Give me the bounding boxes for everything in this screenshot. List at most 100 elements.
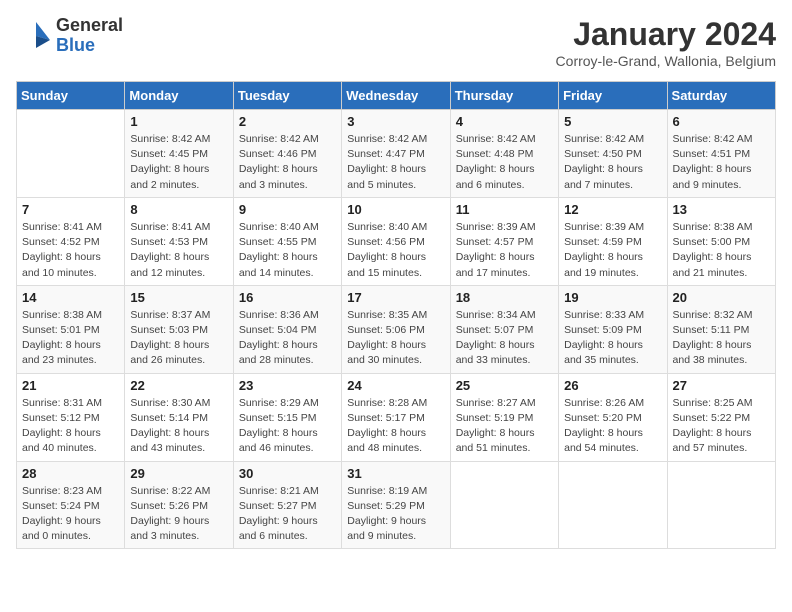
calendar-cell xyxy=(559,461,667,549)
month-title: January 2024 xyxy=(556,16,776,53)
day-number: 11 xyxy=(456,202,553,217)
calendar-cell: 27Sunrise: 8:25 AMSunset: 5:22 PMDayligh… xyxy=(667,373,775,461)
calendar-cell xyxy=(667,461,775,549)
calendar-cell: 1 Sunrise: 8:42 AMSunset: 4:45 PMDaylight… xyxy=(125,110,233,198)
calendar-cell xyxy=(450,461,558,549)
day-info: Sunrise: 8:21 AMSunset: 5:27 PMDaylight:… xyxy=(239,484,336,545)
logo: General Blue xyxy=(16,16,123,56)
day-info: Sunrise: 8:25 AMSunset: 5:22 PMDaylight:… xyxy=(673,396,770,457)
day-info: Sunrise: 8:22 AMSunset: 5:26 PMDaylight:… xyxy=(130,484,227,545)
calendar-cell: 26Sunrise: 8:26 AMSunset: 5:20 PMDayligh… xyxy=(559,373,667,461)
calendar-cell: 6 Sunrise: 8:42 AMSunset: 4:51 PMDaylight… xyxy=(667,110,775,198)
logo-general: General xyxy=(56,16,123,36)
calendar-table: SundayMondayTuesdayWednesdayThursdayFrid… xyxy=(16,81,776,549)
day-info: Sunrise: 8:42 AMSunset: 4:50 PMDaylight:… xyxy=(564,132,661,193)
day-info: Sunrise: 8:23 AMSunset: 5:24 PMDaylight:… xyxy=(22,484,119,545)
day-number: 3 xyxy=(347,114,444,129)
day-info: Sunrise: 8:32 AMSunset: 5:11 PMDaylight:… xyxy=(673,308,770,369)
day-number: 31 xyxy=(347,466,444,481)
logo-text: General Blue xyxy=(56,16,123,56)
day-info: Sunrise: 8:42 AMSunset: 4:46 PMDaylight:… xyxy=(239,132,336,193)
weekday-header: Thursday xyxy=(450,82,558,110)
calendar-cell: 9Sunrise: 8:40 AMSunset: 4:55 PMDaylight… xyxy=(233,197,341,285)
calendar-cell: 16 Sunrise: 8:36 AMSunset: 5:04 PMDayligh… xyxy=(233,285,341,373)
day-info: Sunrise: 8:30 AMSunset: 5:14 PMDaylight:… xyxy=(130,396,227,457)
day-info: Sunrise: 8:38 AMSunset: 5:01 PMDaylight:… xyxy=(22,308,119,369)
logo-blue: Blue xyxy=(56,36,123,56)
calendar-cell: 25 Sunrise: 8:27 AMSunset: 5:19 PMDayligh… xyxy=(450,373,558,461)
day-info: Sunrise: 8:31 AMSunset: 5:12 PMDaylight:… xyxy=(22,396,119,457)
weekday-row: SundayMondayTuesdayWednesdayThursdayFrid… xyxy=(17,82,776,110)
day-number: 4 xyxy=(456,114,553,129)
day-info: Sunrise: 8:42 AMSunset: 4:47 PMDaylight:… xyxy=(347,132,444,193)
day-number: 7 xyxy=(22,202,119,217)
calendar-cell: 10 Sunrise: 8:40 AMSunset: 4:56 PMDayligh… xyxy=(342,197,450,285)
day-info: Sunrise: 8:37 AMSunset: 5:03 PMDaylight:… xyxy=(130,308,227,369)
day-info: Sunrise: 8:39 AMSunset: 4:57 PMDaylight:… xyxy=(456,220,553,281)
day-number: 2 xyxy=(239,114,336,129)
location-subtitle: Corroy-le-Grand, Wallonia, Belgium xyxy=(556,53,776,69)
calendar-cell xyxy=(17,110,125,198)
weekday-header: Saturday xyxy=(667,82,775,110)
day-number: 1 xyxy=(130,114,227,129)
calendar-cell: 15Sunrise: 8:37 AMSunset: 5:03 PMDayligh… xyxy=(125,285,233,373)
calendar-cell: 5 Sunrise: 8:42 AMSunset: 4:50 PMDaylight… xyxy=(559,110,667,198)
weekday-header: Sunday xyxy=(17,82,125,110)
day-number: 23 xyxy=(239,378,336,393)
logo-icon xyxy=(16,18,52,54)
day-info: Sunrise: 8:27 AMSunset: 5:19 PMDaylight:… xyxy=(456,396,553,457)
calendar-cell: 4 Sunrise: 8:42 AMSunset: 4:48 PMDaylight… xyxy=(450,110,558,198)
day-number: 19 xyxy=(564,290,661,305)
calendar-cell: 8 Sunrise: 8:41 AMSunset: 4:53 PMDaylight… xyxy=(125,197,233,285)
day-info: Sunrise: 8:38 AMSunset: 5:00 PMDaylight:… xyxy=(673,220,770,281)
calendar-cell: 30Sunrise: 8:21 AMSunset: 5:27 PMDayligh… xyxy=(233,461,341,549)
calendar-cell: 29 Sunrise: 8:22 AMSunset: 5:26 PMDayligh… xyxy=(125,461,233,549)
day-info: Sunrise: 8:42 AMSunset: 4:48 PMDaylight:… xyxy=(456,132,553,193)
day-info: Sunrise: 8:40 AMSunset: 4:56 PMDaylight:… xyxy=(347,220,444,281)
day-number: 6 xyxy=(673,114,770,129)
title-block: January 2024 Corroy-le-Grand, Wallonia, … xyxy=(556,16,776,69)
calendar-header: SundayMondayTuesdayWednesdayThursdayFrid… xyxy=(17,82,776,110)
day-info: Sunrise: 8:41 AMSunset: 4:52 PMDaylight:… xyxy=(22,220,119,281)
calendar-week-row: 1 Sunrise: 8:42 AMSunset: 4:45 PMDaylight… xyxy=(17,110,776,198)
day-info: Sunrise: 8:29 AMSunset: 5:15 PMDaylight:… xyxy=(239,396,336,457)
day-info: Sunrise: 8:36 AMSunset: 5:04 PMDaylight:… xyxy=(239,308,336,369)
page-header: General Blue January 2024 Corroy-le-Gran… xyxy=(16,16,776,69)
day-number: 17 xyxy=(347,290,444,305)
calendar-cell: 17 Sunrise: 8:35 AMSunset: 5:06 PMDayligh… xyxy=(342,285,450,373)
day-info: Sunrise: 8:19 AMSunset: 5:29 PMDaylight:… xyxy=(347,484,444,545)
day-number: 25 xyxy=(456,378,553,393)
calendar-cell: 31 Sunrise: 8:19 AMSunset: 5:29 PMDayligh… xyxy=(342,461,450,549)
day-number: 22 xyxy=(130,378,227,393)
day-info: Sunrise: 8:35 AMSunset: 5:06 PMDaylight:… xyxy=(347,308,444,369)
day-number: 16 xyxy=(239,290,336,305)
weekday-header: Monday xyxy=(125,82,233,110)
weekday-header: Friday xyxy=(559,82,667,110)
calendar-week-row: 14Sunrise: 8:38 AMSunset: 5:01 PMDayligh… xyxy=(17,285,776,373)
calendar-cell: 3 Sunrise: 8:42 AMSunset: 4:47 PMDaylight… xyxy=(342,110,450,198)
calendar-week-row: 7 Sunrise: 8:41 AMSunset: 4:52 PMDaylight… xyxy=(17,197,776,285)
day-number: 21 xyxy=(22,378,119,393)
day-info: Sunrise: 8:34 AMSunset: 5:07 PMDaylight:… xyxy=(456,308,553,369)
calendar-week-row: 21 Sunrise: 8:31 AMSunset: 5:12 PMDayligh… xyxy=(17,373,776,461)
day-number: 13 xyxy=(673,202,770,217)
calendar-week-row: 28 Sunrise: 8:23 AMSunset: 5:24 PMDayligh… xyxy=(17,461,776,549)
day-number: 28 xyxy=(22,466,119,481)
day-number: 18 xyxy=(456,290,553,305)
calendar-cell: 21 Sunrise: 8:31 AMSunset: 5:12 PMDayligh… xyxy=(17,373,125,461)
calendar-cell: 12Sunrise: 8:39 AMSunset: 4:59 PMDayligh… xyxy=(559,197,667,285)
day-info: Sunrise: 8:42 AMSunset: 4:51 PMDaylight:… xyxy=(673,132,770,193)
calendar-cell: 13 Sunrise: 8:38 AMSunset: 5:00 PMDayligh… xyxy=(667,197,775,285)
day-number: 10 xyxy=(347,202,444,217)
day-info: Sunrise: 8:41 AMSunset: 4:53 PMDaylight:… xyxy=(130,220,227,281)
day-number: 29 xyxy=(130,466,227,481)
day-number: 9 xyxy=(239,202,336,217)
day-info: Sunrise: 8:33 AMSunset: 5:09 PMDaylight:… xyxy=(564,308,661,369)
day-number: 20 xyxy=(673,290,770,305)
day-number: 5 xyxy=(564,114,661,129)
calendar-cell: 14Sunrise: 8:38 AMSunset: 5:01 PMDayligh… xyxy=(17,285,125,373)
calendar-cell: 18 Sunrise: 8:34 AMSunset: 5:07 PMDayligh… xyxy=(450,285,558,373)
calendar-cell: 22 Sunrise: 8:30 AMSunset: 5:14 PMDayligh… xyxy=(125,373,233,461)
day-number: 8 xyxy=(130,202,227,217)
day-info: Sunrise: 8:42 AMSunset: 4:45 PMDaylight:… xyxy=(130,132,227,193)
